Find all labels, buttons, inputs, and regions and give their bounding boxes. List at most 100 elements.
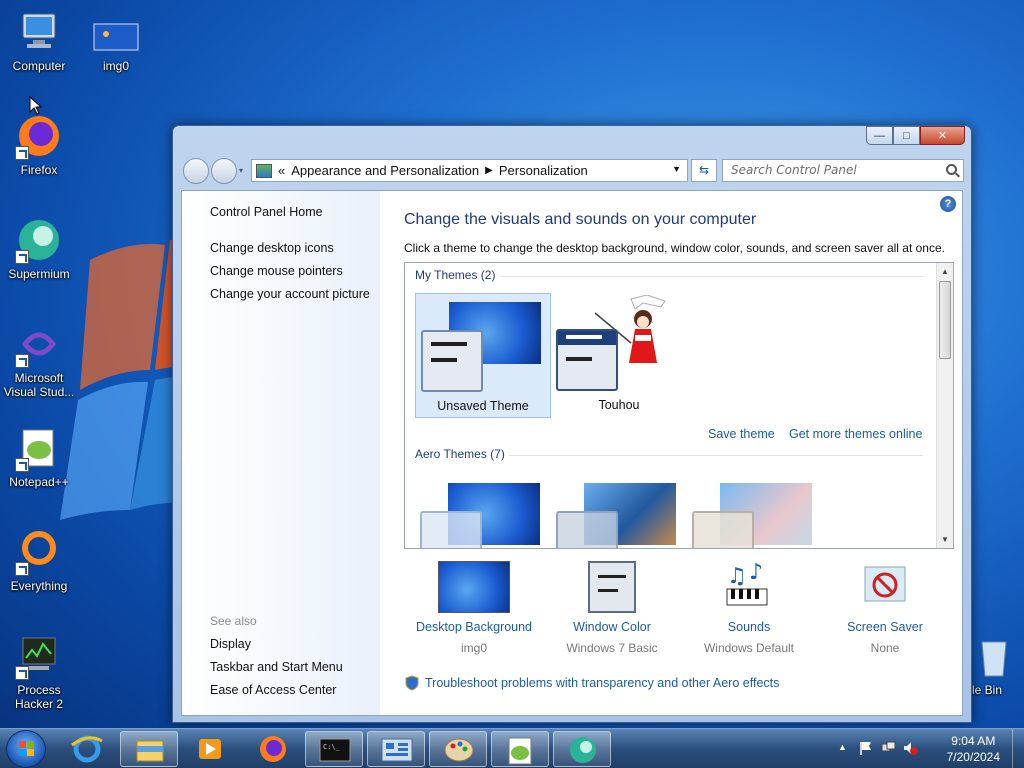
taskbar-media-player[interactable] (182, 731, 240, 767)
theme-aero-characters[interactable] (687, 475, 823, 548)
breadcrumb-appearance[interactable]: Appearance and Personalization (291, 163, 479, 178)
desktop-icon-label: Firefox (20, 163, 58, 177)
theme-aero-architecture[interactable] (551, 475, 687, 548)
ease-of-access-link[interactable]: Ease of Access Center (210, 683, 336, 697)
screen-saver-setting[interactable]: Screen Saver None (820, 561, 950, 655)
window-color-icon (588, 561, 636, 613)
media-player-icon (199, 739, 221, 759)
setting-value: Windows Default (703, 641, 795, 655)
screen-saver-icon (849, 561, 921, 613)
setting-title[interactable]: Desktop Background (409, 620, 539, 634)
scroll-up-icon[interactable]: ▲ (941, 267, 949, 276)
network-icon[interactable] (880, 740, 896, 756)
close-button[interactable]: ✕ (920, 126, 965, 145)
taskbar-command-prompt[interactable]: C:\_ (305, 731, 363, 767)
taskbar-paint[interactable] (429, 731, 487, 767)
volume-muted-icon[interactable] (902, 740, 918, 756)
address-dropdown-icon[interactable]: ▼ (672, 164, 681, 174)
desktop-icon-notepad-plus-plus[interactable]: Notepad++ (0, 424, 78, 489)
change-desktop-icons-link[interactable]: Change desktop icons (210, 241, 334, 255)
start-button[interactable] (6, 730, 46, 768)
desktop-icon-firefox[interactable]: Firefox (0, 112, 78, 177)
desktop-icon-everything[interactable]: Everything (0, 528, 78, 593)
control-panel-home-link[interactable]: Control Panel Home (210, 205, 323, 219)
taskbar-start-menu-link[interactable]: Taskbar and Start Menu (210, 660, 343, 674)
troubleshoot-link[interactable]: Troubleshoot problems with transparency … (425, 676, 779, 690)
recent-pages-chevron-icon[interactable]: ▾ (239, 166, 243, 175)
breadcrumb-personalization[interactable]: Personalization (499, 163, 588, 178)
clock[interactable]: 9:04 AM 7/20/2024 (947, 733, 1000, 765)
taskbar-internet-explorer[interactable] (58, 731, 116, 767)
desktop-icon-computer[interactable]: Computer (0, 8, 78, 73)
scroll-down-icon[interactable]: ▼ (941, 535, 949, 544)
setting-title[interactable]: Window Color (547, 620, 677, 634)
windows-logo-icon (19, 741, 34, 756)
navigation-bar: ▾ « Appearance and Personalization ▶ Per… (181, 157, 964, 185)
desktop-icon-supermium[interactable]: Supermium (0, 216, 78, 281)
theme-aero-windows-7[interactable] (415, 475, 551, 548)
setting-value: Windows 7 Basic (566, 641, 658, 655)
svg-text:♪: ♪ (749, 561, 763, 585)
desktop-icon-process-hacker[interactable]: Process Hacker 2 (0, 632, 78, 711)
desktop-icon-img0[interactable]: img0 (77, 8, 155, 73)
shortcut-arrow-icon (15, 354, 29, 368)
see-also-heading: See also (210, 614, 257, 628)
desktop-icon-visual-studio[interactable]: Microsoft Visual Stud... (0, 320, 78, 399)
desktop-background-icon (438, 561, 510, 613)
search-input[interactable]: Search Control Panel (722, 159, 964, 182)
maximize-button[interactable]: □ (893, 126, 920, 145)
theme-window-color-preview (692, 511, 754, 548)
taskbar-control-panel[interactable] (367, 731, 425, 767)
get-more-themes-link[interactable]: Get more themes online (789, 427, 922, 441)
desktop-icon-label: Process Hacker 2 (14, 683, 64, 711)
back-button[interactable] (183, 158, 209, 184)
troubleshoot-row[interactable]: Troubleshoot problems with transparency … (404, 675, 779, 691)
window-color-setting[interactable]: Window Color Windows 7 Basic (547, 561, 677, 655)
change-mouse-pointers-link[interactable]: Change mouse pointers (210, 264, 343, 278)
refresh-button[interactable]: ⇆ (691, 159, 717, 182)
forward-button[interactable] (211, 158, 237, 184)
breadcrumb-overflow[interactable]: « (278, 163, 285, 178)
save-theme-link[interactable]: Save theme (708, 427, 775, 441)
themes-list[interactable]: My Themes (2) Unsaved Theme Touhou Save … (404, 262, 954, 549)
shortcut-arrow-icon (15, 146, 29, 160)
scrollbar-thumb[interactable] (939, 281, 951, 359)
search-placeholder: Search Control Panel (731, 163, 857, 177)
search-icon[interactable] (946, 164, 957, 175)
minimize-button[interactable]: — (866, 126, 893, 145)
notepad-plus-plus-icon (15, 424, 63, 472)
address-bar[interactable]: « Appearance and Personalization ▶ Perso… (251, 159, 688, 182)
theme-name: Touhou (598, 398, 640, 412)
theme-unsaved[interactable]: Unsaved Theme (415, 293, 551, 418)
breadcrumb-separator-icon[interactable]: ▶ (485, 165, 493, 176)
visual-studio-icon (15, 320, 63, 368)
left-pane: Control Panel Home Change desktop icons … (182, 191, 380, 715)
shortcut-arrow-icon (15, 666, 29, 680)
desktop-background-setting[interactable]: Desktop Background img0 (409, 561, 539, 655)
taskbar-firefox[interactable] (244, 731, 302, 767)
theme-window-color-preview (421, 330, 483, 392)
help-icon[interactable]: ? (940, 196, 956, 212)
show-hidden-icons-icon[interactable]: ▲ (838, 742, 847, 752)
action-center-flag-icon[interactable] (858, 740, 874, 756)
taskbar-supermium[interactable] (553, 731, 611, 767)
recycle-bin-icon (970, 632, 1018, 680)
show-desktop-button[interactable] (1012, 729, 1024, 768)
theme-touhou[interactable]: Touhou (551, 293, 687, 418)
themes-scrollbar[interactable]: ▲ ▼ (936, 263, 953, 548)
change-account-picture-link[interactable]: Change your account picture (210, 287, 370, 301)
desktop-icon-label: Supermium (8, 267, 70, 281)
sounds-setting[interactable]: ♫ ♪ Sounds Windows Default (684, 560, 814, 655)
shortcut-arrow-icon (15, 250, 29, 264)
system-tray: ▲ 9:04 AM 7/20/2024 (834, 729, 1024, 768)
theme-window-color-preview (420, 511, 482, 548)
notepad-plus-plus-icon (508, 737, 532, 765)
svg-text:♫: ♫ (727, 564, 747, 589)
setting-title[interactable]: Screen Saver (820, 620, 950, 634)
desktop-icon-label: Computer (12, 59, 66, 73)
taskbar-notepad-plus-plus[interactable] (491, 731, 549, 767)
setting-title[interactable]: Sounds (684, 620, 814, 634)
shield-icon (405, 675, 419, 691)
taskbar-file-explorer[interactable] (120, 731, 178, 767)
display-link[interactable]: Display (210, 637, 251, 651)
